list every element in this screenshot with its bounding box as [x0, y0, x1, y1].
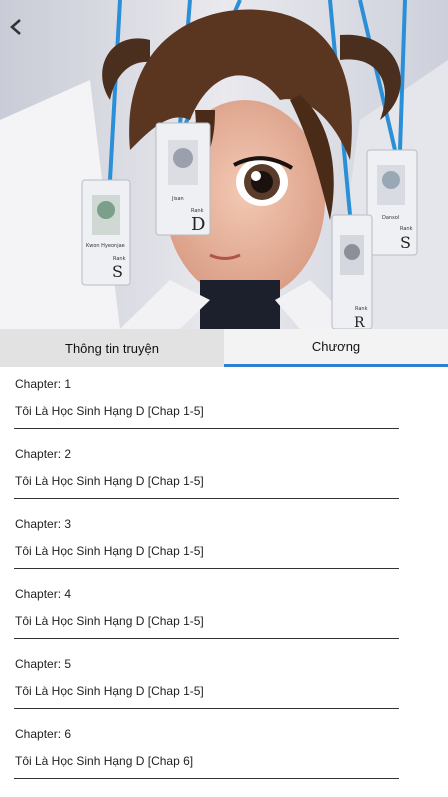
chapter-number: Chapter: 1: [15, 377, 72, 391]
svg-text:R: R: [354, 315, 365, 329]
tab-story-info[interactable]: Thông tin truyện: [0, 329, 224, 367]
divider: [14, 498, 399, 499]
tab-bar: Thông tin truyện Chương: [0, 329, 448, 367]
chapter-title: Tôi Là Học Sinh Hạng D [Chap 1-5]: [15, 404, 204, 418]
back-arrow-icon[interactable]: [6, 14, 28, 40]
divider: [14, 708, 399, 709]
svg-text:Rank: Rank: [400, 226, 413, 232]
svg-text:D: D: [191, 214, 205, 235]
chapter-title: Tôi Là Học Sinh Hạng D [Chap 1-5]: [15, 474, 204, 488]
chapter-title: Tôi Là Học Sinh Hạng D [Chap 1-5]: [15, 684, 204, 698]
svg-text:Rank: Rank: [355, 306, 368, 312]
chapter-item-3[interactable]: Chapter: 3 Tôi Là Học Sinh Hạng D [Chap …: [0, 507, 448, 577]
chapter-item-2[interactable]: Chapter: 2 Tôi Là Học Sinh Hạng D [Chap …: [0, 437, 448, 507]
chapter-title: Tôi Là Học Sinh Hạng D [Chap 6]: [15, 754, 194, 768]
svg-text:Jisan: Jisan: [171, 196, 184, 202]
svg-text:Kwon Hyeonjae: Kwon Hyeonjae: [86, 243, 125, 249]
chapter-number: Chapter: 2: [15, 447, 72, 461]
chapter-item-5[interactable]: Chapter: 5 Tôi Là Học Sinh Hạng D [Chap …: [0, 647, 448, 717]
tab-chapters[interactable]: Chương: [224, 329, 448, 367]
chapter-number: Chapter: 6: [15, 727, 72, 741]
divider: [14, 568, 399, 569]
svg-text:S: S: [400, 233, 411, 252]
svg-text:S: S: [112, 262, 123, 281]
svg-text:Dansol: Dansol: [382, 215, 399, 221]
chapter-title: Tôi Là Học Sinh Hạng D [Chap 1-5]: [15, 614, 204, 628]
chapter-number: Chapter: 4: [15, 587, 72, 601]
divider: [14, 428, 399, 429]
cover-image: Kwon Hyeonjae Rank S Jisan Rank D Dansol…: [0, 0, 448, 329]
chapter-title: Tôi Là Học Sinh Hạng D [Chap 1-5]: [15, 544, 204, 558]
chapter-number: Chapter: 5: [15, 657, 72, 671]
divider: [14, 778, 399, 779]
chapter-item-1[interactable]: Chapter: 1 Tôi Là Học Sinh Hạng D [Chap …: [0, 367, 448, 437]
chapter-number: Chapter: 3: [15, 517, 72, 531]
chapter-item-6[interactable]: Chapter: 6 Tôi Là Học Sinh Hạng D [Chap …: [0, 717, 448, 787]
chapter-list: Chapter: 1 Tôi Là Học Sinh Hạng D [Chap …: [0, 367, 448, 787]
divider: [14, 638, 399, 639]
chapter-item-4[interactable]: Chapter: 4 Tôi Là Học Sinh Hạng D [Chap …: [0, 577, 448, 647]
